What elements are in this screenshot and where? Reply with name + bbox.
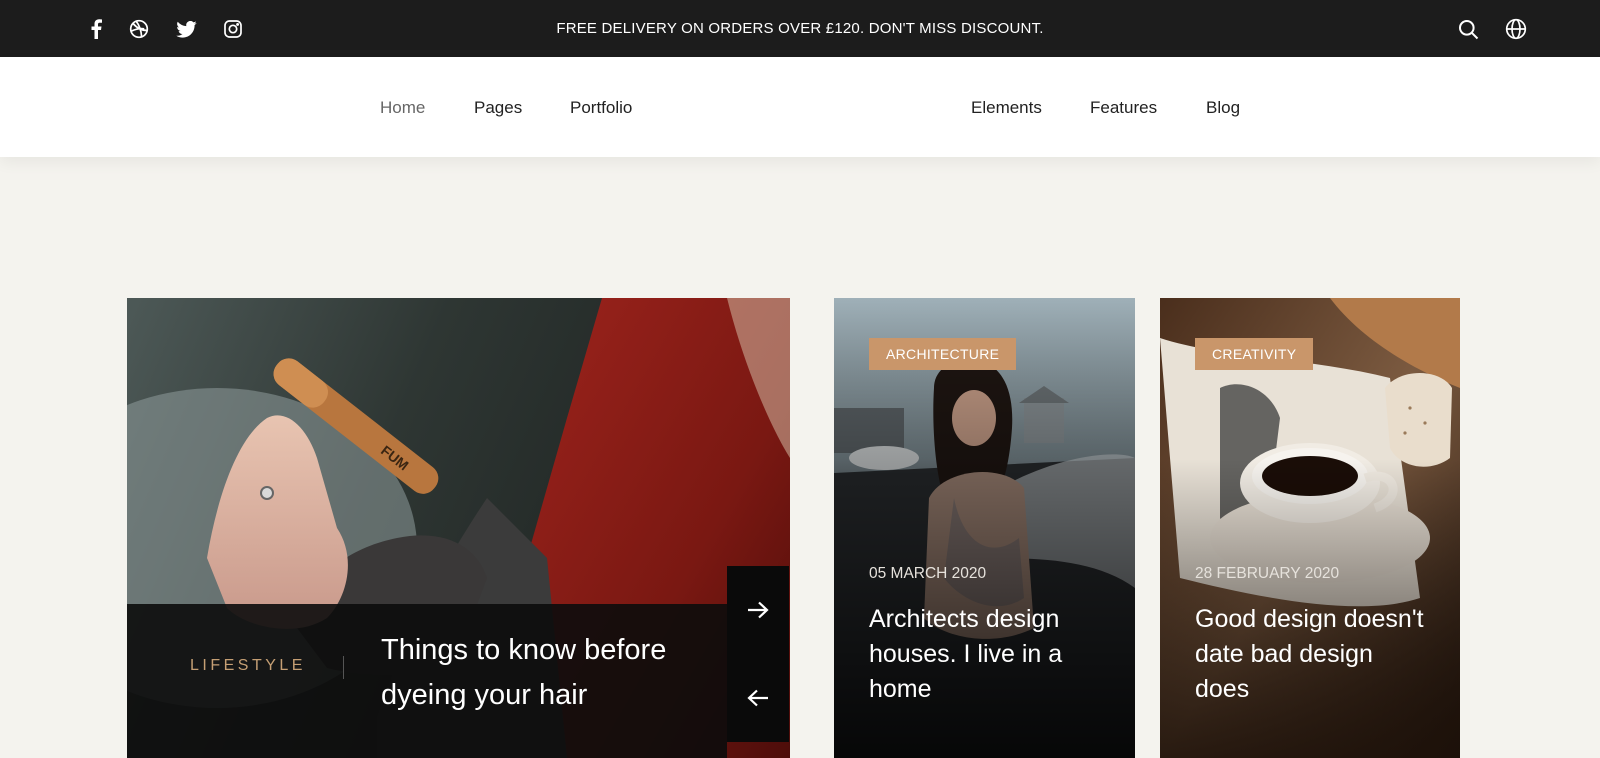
nav-pages[interactable]: Pages <box>474 98 522 118</box>
post-card[interactable]: ARCHITECTURE 05 MARCH 2020 Architects de… <box>834 298 1135 758</box>
post-title[interactable]: Good design doesn't date bad design does <box>1195 602 1425 707</box>
featured-post-card[interactable]: FUM LIFESTYLE Things to know before dyei… <box>127 298 790 758</box>
top-bar: FREE DELIVERY ON ORDERS OVER £120. DON'T… <box>0 0 1600 57</box>
previous-slide-button[interactable] <box>727 654 789 742</box>
nav-elements[interactable]: Elements <box>971 98 1042 118</box>
promo-banner-text: FREE DELIVERY ON ORDERS OVER £120. DON'T… <box>556 20 1044 37</box>
nav-home[interactable]: Home <box>380 98 425 118</box>
post-date: 28 FEBRUARY 2020 <box>1195 565 1340 582</box>
featured-category-label[interactable]: LIFESTYLE <box>190 657 306 675</box>
caption-divider <box>343 656 344 679</box>
post-category-badge[interactable]: ARCHITECTURE <box>869 338 1017 370</box>
nav-features[interactable]: Features <box>1090 98 1157 118</box>
post-card[interactable]: CREATIVITY 28 FEBRUARY 2020 Good design … <box>1160 298 1460 758</box>
search-icon[interactable] <box>1456 17 1480 41</box>
nav-blog[interactable]: Blog <box>1206 98 1240 118</box>
nav-portfolio[interactable]: Portfolio <box>570 98 632 118</box>
post-category-badge[interactable]: CREATIVITY <box>1195 338 1314 370</box>
post-title[interactable]: Architects design houses. I live in a ho… <box>869 602 1099 707</box>
arrow-left-icon <box>747 689 768 707</box>
post-date: 05 MARCH 2020 <box>869 565 987 582</box>
next-slide-button[interactable] <box>727 566 789 654</box>
globe-icon[interactable] <box>1504 17 1528 41</box>
featured-post-title[interactable]: Things to know before dyeing your hair <box>381 628 711 718</box>
arrow-right-icon <box>748 601 769 619</box>
main-navigation: Home Pages Portfolio Elements Features B… <box>0 57 1600 157</box>
